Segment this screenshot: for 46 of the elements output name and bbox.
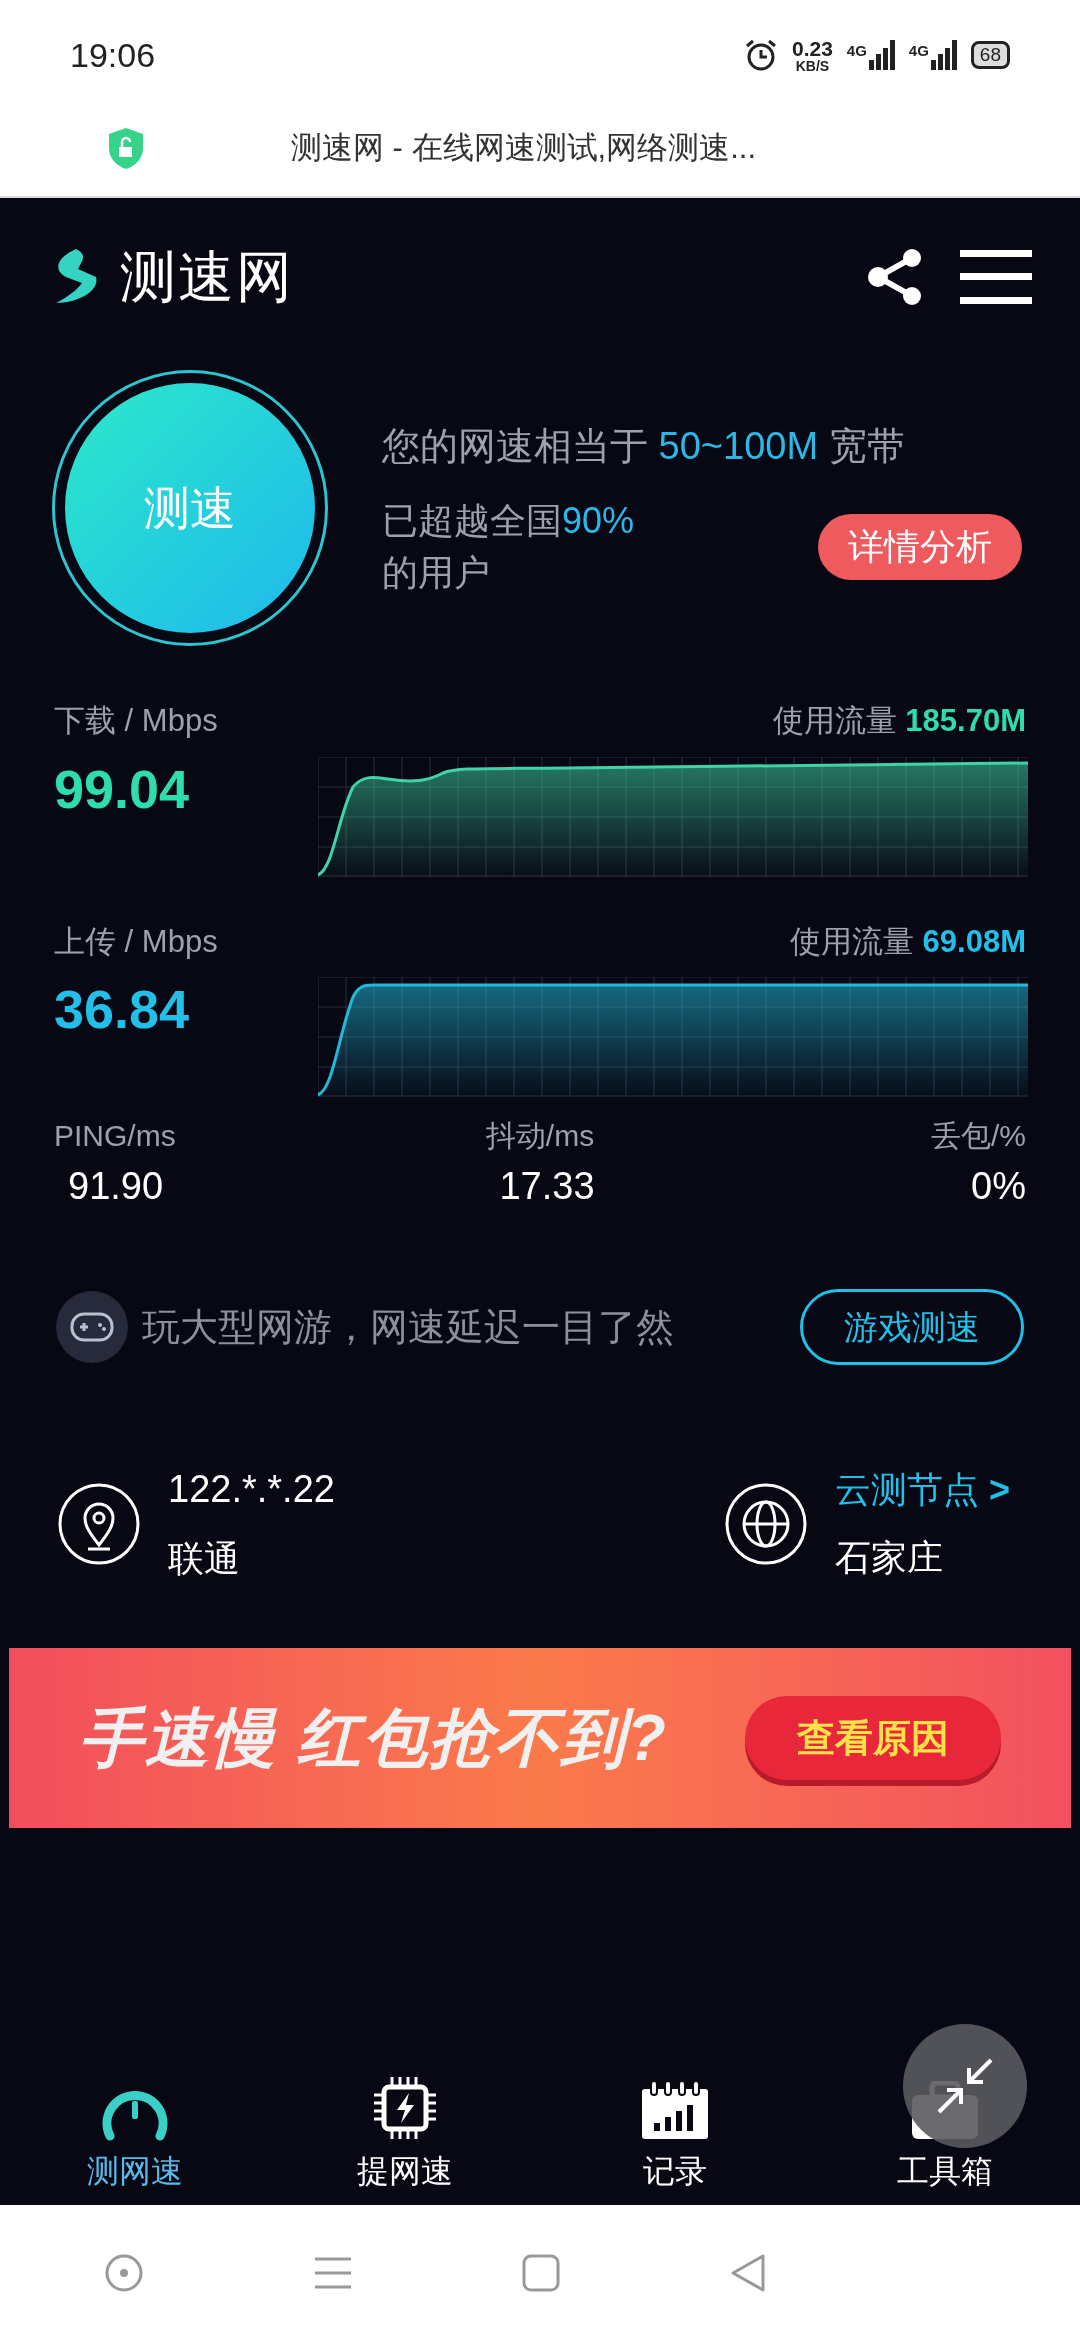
- calendar-chart-icon: [640, 2081, 710, 2141]
- test-node-link[interactable]: 云测节点 >: [834, 1462, 1010, 1517]
- banner-headline: 手速慢 红包抢不到?: [79, 1701, 668, 1776]
- isp-name: 联通: [168, 1537, 241, 1581]
- alarm-icon: [743, 38, 778, 72]
- assistant-icon[interactable]: [104, 2252, 145, 2293]
- network-speed: 0.23: [791, 37, 833, 59]
- game-speed-test-button[interactable]: 游戏测速: [800, 1289, 1024, 1365]
- menu-icon[interactable]: [960, 250, 1032, 304]
- beats-percentage-text: 已超越全国90%: [382, 498, 635, 543]
- metric-value: 99.04: [54, 757, 190, 821]
- logo-text: 测速网: [120, 244, 294, 310]
- shield-lock-icon: [107, 126, 145, 170]
- battery-indicator: 68: [970, 41, 1010, 69]
- home-icon[interactable]: [522, 2253, 560, 2292]
- metric-label: 上传 / Mbps: [54, 922, 218, 961]
- game-promo-text: 玩大型网游，网速延迟一目了然: [142, 1304, 674, 1350]
- share-icon[interactable]: [866, 248, 924, 306]
- beats-users-text: 的用户: [382, 550, 491, 595]
- data-usage-text: 使用流量 69.08M: [789, 922, 1026, 961]
- signal-icon: [930, 40, 957, 70]
- ip-address: 122.*.*.22: [168, 1467, 335, 1512]
- speed-equivalent-text: 您的网速相当于 50~100M 宽带: [382, 423, 906, 469]
- city-name: 石家庄: [834, 1535, 944, 1580]
- metric-label: 下载 / Mbps: [54, 702, 218, 740]
- stat-label: PING/ms: [54, 1118, 176, 1154]
- network-type: 4G: [908, 41, 929, 61]
- nav-tab[interactable]: 记录: [540, 2075, 810, 2195]
- signal-icon: [868, 40, 895, 70]
- nav-tab[interactable]: 提网速: [270, 2075, 540, 2195]
- data-usage-text: 使用流量 185.70M: [772, 702, 1026, 740]
- network-type: 4G: [846, 41, 867, 61]
- stat-value: 91.90: [68, 1164, 164, 1209]
- network-speed-unit: KB/S: [795, 58, 830, 73]
- clock-time: 19:06: [70, 34, 156, 76]
- globe-icon: [724, 1482, 807, 1565]
- stat-value: 0%: [971, 1164, 1026, 1209]
- metric-value: 36.84: [54, 978, 190, 1041]
- location-pin-icon: [58, 1482, 140, 1565]
- nav-tab[interactable]: 测网速: [0, 2075, 270, 2195]
- collapse-arrows-icon: [935, 2056, 995, 2116]
- page-title: 测速网 - 在线网速测试,网络测速...: [291, 128, 756, 167]
- stat-label: 丢包/%: [931, 1118, 1026, 1154]
- chip-icon: [372, 2075, 438, 2141]
- stat-value: 17.33: [499, 1164, 595, 1209]
- stat-label: 抖动/ms: [485, 1118, 595, 1154]
